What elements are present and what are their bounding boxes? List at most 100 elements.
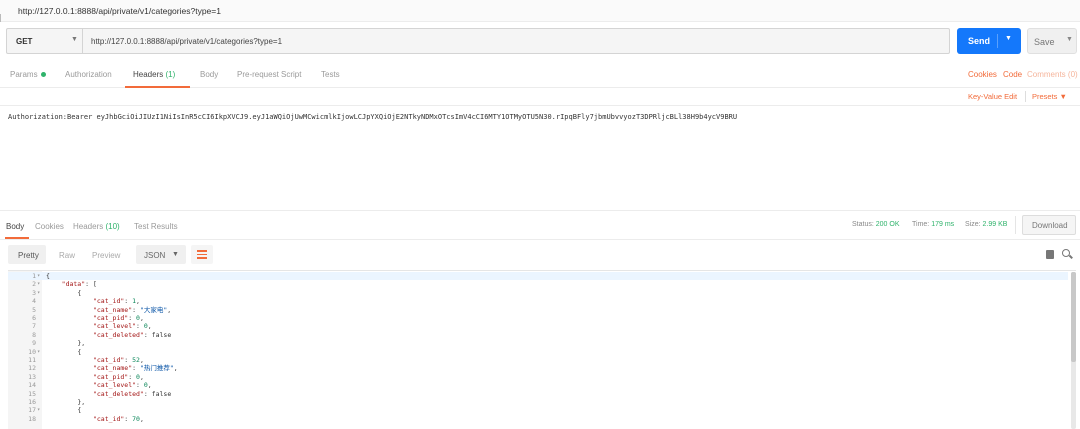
code-text: { [77, 288, 82, 297]
code-text: "cat_deleted": false [92, 389, 172, 398]
response-body-editor[interactable]: 1 ▾{2 ▾ "data": [3 ▾ {4 "cat_id": 1, 5 "cat_… [8, 270, 1076, 429]
save-button[interactable]: Save ▼ [1027, 28, 1077, 54]
active-tab-indicator [5, 237, 29, 239]
fold-toggle-icon[interactable]: ▾ [37, 406, 40, 414]
tab-params[interactable]: Params [10, 70, 46, 79]
format-select[interactable]: JSON ▼ [136, 245, 186, 264]
json-value: 0 [143, 381, 148, 390]
code-line: 6 "cat_pid": 0, [8, 314, 1068, 322]
code-text: "data": [ [61, 280, 97, 289]
line-number: 13 [28, 372, 36, 381]
tab-label: Params [10, 70, 38, 79]
wrap-lines-button[interactable] [191, 245, 213, 264]
code-text: "cat_name": "大家电", [92, 305, 172, 314]
line-number: 4 [32, 297, 36, 306]
tab-response-cookies[interactable]: Cookies [35, 222, 64, 231]
copy-icon[interactable] [1046, 250, 1054, 259]
fold-toggle-icon[interactable]: ▾ [37, 272, 40, 280]
headers-toolbar: Key-Value Edit Presets ▼ [0, 88, 1080, 106]
json-value: 0 [136, 372, 140, 381]
line-number: 2 [32, 280, 36, 289]
code-line: 7 "cat_level": 0, [8, 322, 1068, 330]
time-label: Time: [912, 221, 930, 228]
line-number: 7 [32, 322, 36, 331]
code-line: 12 "cat_name": "热门推荐", [8, 364, 1068, 372]
tab-count: (1) [165, 70, 176, 79]
code-text: "cat_level": 0, [92, 322, 152, 331]
json-key: "cat_deleted" [92, 330, 144, 339]
code-line: 9 }, [8, 339, 1068, 347]
raw-view-button[interactable]: Raw [59, 251, 75, 260]
line-number: 3 [32, 288, 36, 297]
json-key: "cat_level" [92, 381, 137, 390]
method-select[interactable]: GET ▼ [7, 29, 83, 53]
line-number: 16 [28, 398, 36, 406]
time-indicator[interactable]: Time: 179 ms [912, 221, 954, 228]
presets-label: Presets [1032, 92, 1058, 101]
send-button[interactable]: Send ▼ [957, 28, 1021, 54]
json-value: "热门推荐" [139, 364, 174, 373]
save-label: Save [1034, 37, 1055, 47]
json-key: "cat_level" [92, 322, 137, 331]
fold-toggle-icon[interactable]: ▾ [37, 289, 40, 297]
code-text: "cat_pid": 0, [92, 314, 144, 322]
line-number: 1 [32, 272, 36, 280]
tab-headers[interactable]: Headers (1) [133, 70, 175, 79]
code-line: 3 ▾ { [8, 289, 1068, 297]
code-link[interactable]: Code [1003, 70, 1022, 79]
key-value-edit-link[interactable]: Key-Value Edit [968, 92, 1017, 101]
tab-response-headers[interactable]: Headers (10) [73, 222, 120, 231]
request-url-bar: GET ▼ http://127.0.0.1:8888/api/private/… [6, 28, 950, 54]
json-key: "cat_pid" [92, 314, 129, 322]
wrap-lines-icon [197, 250, 207, 259]
scrollbar[interactable] [1071, 272, 1076, 429]
presets-dropdown[interactable]: Presets ▼ [1032, 92, 1067, 101]
download-button[interactable]: Download [1022, 215, 1076, 235]
code-line: 4 "cat_id": 1, [8, 297, 1068, 305]
search-icon[interactable] [1062, 249, 1070, 257]
code-text: }, [77, 339, 86, 348]
json-key: "cat_name" [92, 305, 133, 314]
chevron-down-icon[interactable]: ▼ [1066, 36, 1073, 43]
tab-count: (10) [105, 222, 120, 231]
json-value: 1 [132, 297, 137, 306]
line-number: 8 [32, 330, 36, 339]
tab-test-results[interactable]: Test Results [134, 222, 178, 231]
json-key: "cat_id" [92, 297, 125, 306]
response-view-toolbar: Pretty Raw Preview JSON ▼ [0, 240, 1080, 270]
pretty-label: Pretty [18, 251, 39, 260]
code-text: "cat_id": 70, [92, 414, 144, 423]
code-line: 18 "cat_id": 70, [8, 415, 1068, 423]
pretty-view-button[interactable]: Pretty [8, 245, 46, 264]
tab-tests[interactable]: Tests [321, 70, 340, 79]
request-title: http://127.0.0.1:8888/api/private/v1/cat… [18, 6, 221, 16]
tab-label: Headers [133, 70, 164, 79]
format-label: JSON [144, 251, 166, 260]
tab-response-body[interactable]: Body [6, 222, 24, 231]
preview-view-button[interactable]: Preview [92, 251, 120, 260]
code-line: 8 "cat_deleted": false [8, 331, 1068, 339]
code-text: { [77, 347, 82, 356]
code-line: 5 "cat_name": "大家电", [8, 306, 1068, 314]
comments-link[interactable]: Comments (0) [1027, 70, 1078, 79]
tab-body[interactable]: Body [200, 70, 218, 79]
tab-pre-request-script[interactable]: Pre-request Script [237, 70, 301, 79]
code-line: 13 "cat_pid": 0, [8, 373, 1068, 381]
headers-bulk-editor[interactable]: Authorization:Bearer eyJhbGciOiJIUzI1NiI… [8, 113, 737, 121]
tab-authorization[interactable]: Authorization [65, 70, 112, 79]
line-number: 17 [28, 406, 36, 415]
cookies-link[interactable]: Cookies [968, 70, 997, 79]
divider [1015, 216, 1016, 234]
chevron-down-icon[interactable]: ▼ [1005, 35, 1012, 42]
method-label: GET [16, 37, 33, 46]
url-input[interactable]: http://127.0.0.1:8888/api/private/v1/cat… [91, 37, 282, 46]
code-line: 14 "cat_level": 0, [8, 381, 1068, 389]
json-value: 70 [132, 414, 140, 423]
size-indicator[interactable]: Size: 2.99 KB [965, 221, 1007, 228]
status-label: Status: [852, 221, 874, 228]
fold-toggle-icon[interactable]: ▾ [37, 348, 40, 356]
status-indicator[interactable]: Status: 200 OK [852, 221, 900, 228]
scrollbar-thumb[interactable] [1071, 272, 1076, 362]
json-value: false [151, 389, 172, 398]
fold-toggle-icon[interactable]: ▾ [37, 280, 40, 288]
